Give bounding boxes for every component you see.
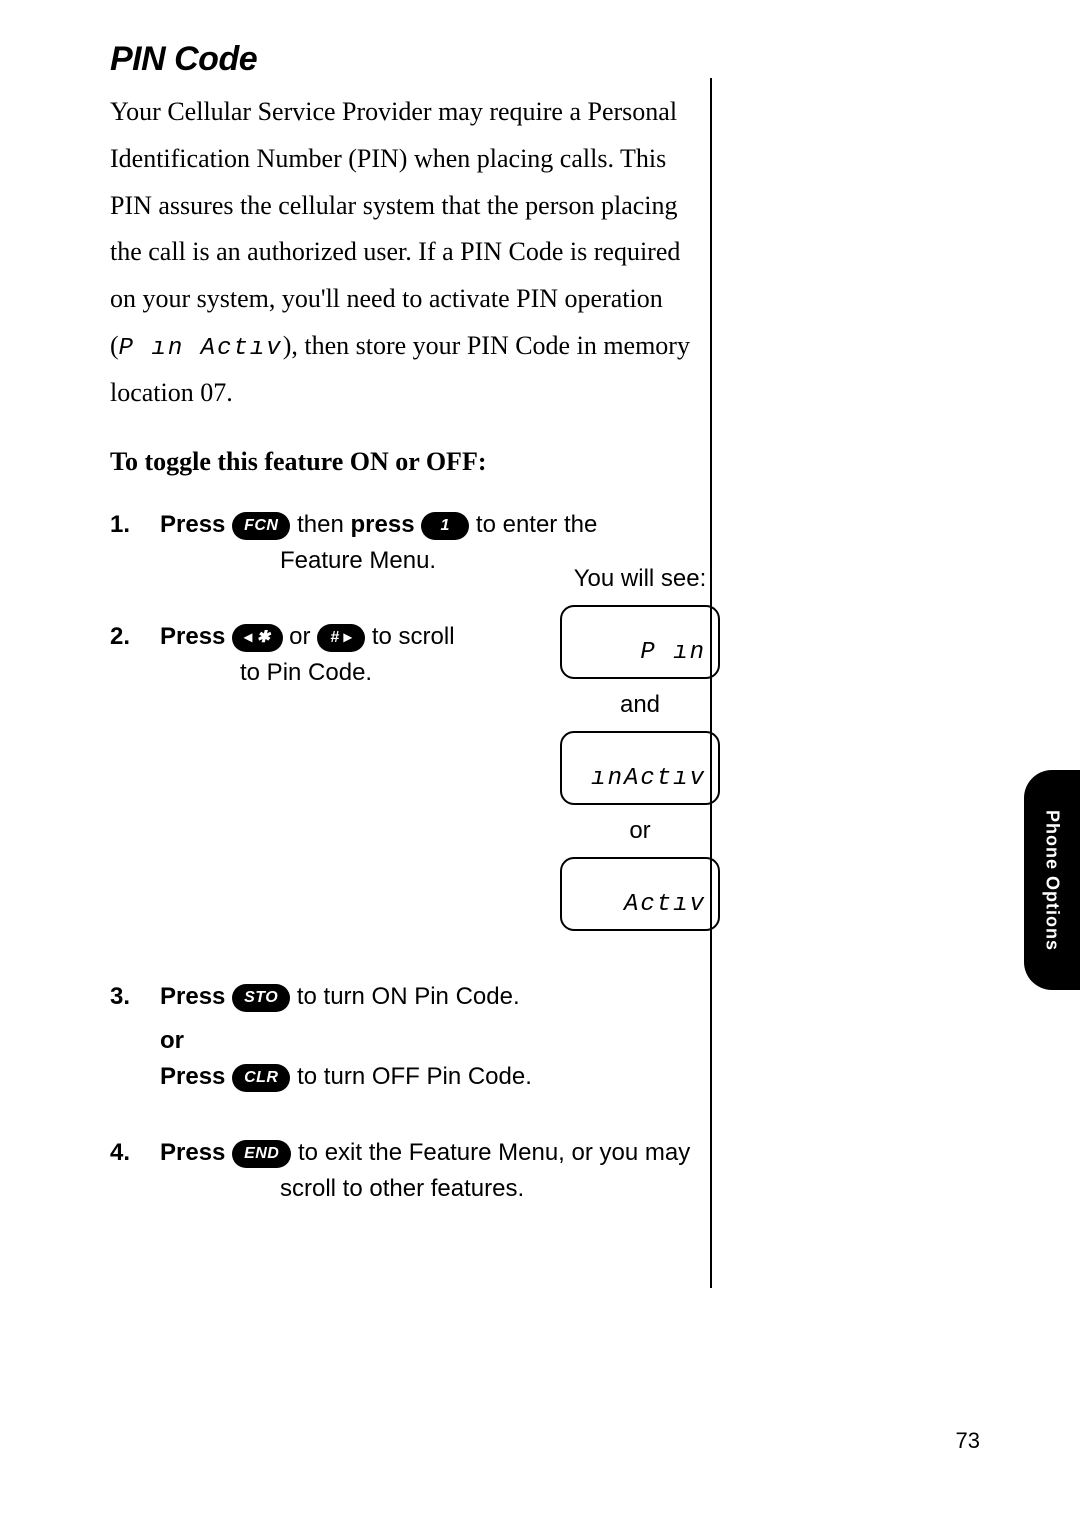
clr-key-icon: CLR	[232, 1064, 290, 1092]
lcd-display-pin: P ın	[560, 605, 720, 679]
step2-line2: to Pin Code.	[240, 655, 540, 691]
hash-right-key-icon: #	[317, 624, 365, 652]
intro-seg-display: P ın Actıv	[119, 335, 283, 362]
or-text: or	[283, 623, 318, 650]
page-number: 73	[956, 1428, 980, 1454]
end-key-icon: END	[232, 1140, 291, 1168]
then-text: then	[297, 511, 350, 538]
one-key-icon: 1	[421, 512, 469, 540]
step3-off-tail: to turn OFF Pin Code.	[297, 1063, 532, 1090]
step1-tail: to enter the	[476, 511, 597, 538]
step-2: Press ✱ or # to scroll to Pin Code. You …	[110, 619, 710, 939]
step-3: Press STO to turn ON Pin Code. or Press …	[110, 979, 710, 1095]
press-label: press	[351, 511, 415, 538]
page-title: PIN Code	[110, 40, 710, 79]
lcd-display-activ: Actıv	[560, 857, 720, 931]
step4-line2: scroll to other features.	[280, 1171, 710, 1207]
lcd-display-inactiv: ınActıv	[560, 731, 720, 805]
intro-paragraph: Your Cellular Service Provider may requi…	[110, 89, 710, 417]
or-bold-label: or	[160, 1027, 184, 1054]
intro-text-pre: Your Cellular Service Provider may requi…	[110, 97, 680, 360]
steps-list: Press FCN then press 1 to enter the Feat…	[110, 507, 710, 1207]
star-left-key-icon: ✱	[232, 624, 282, 652]
you-will-see-label: You will see:	[560, 561, 720, 597]
sto-key-icon: STO	[232, 984, 290, 1012]
press-label: Press	[160, 511, 225, 538]
section-tab: Phone Options	[1024, 770, 1080, 990]
fcn-key-icon: FCN	[232, 512, 290, 540]
press-label: Press	[160, 1139, 225, 1166]
press-label: Press	[160, 983, 225, 1010]
subheading: To toggle this feature ON or OFF:	[110, 447, 710, 477]
or-label: or	[560, 813, 720, 849]
step4-tail: to exit the Feature Menu, or you may	[298, 1139, 690, 1166]
press-label: Press	[160, 623, 225, 650]
step-4: Press END to exit the Feature Menu, or y…	[110, 1135, 710, 1207]
step2-tail: to scroll	[372, 623, 455, 650]
section-tab-label: Phone Options	[1042, 810, 1063, 951]
step3-on-tail: to turn ON Pin Code.	[297, 983, 520, 1010]
press-label: Press	[160, 1063, 225, 1090]
and-label: and	[560, 687, 720, 723]
